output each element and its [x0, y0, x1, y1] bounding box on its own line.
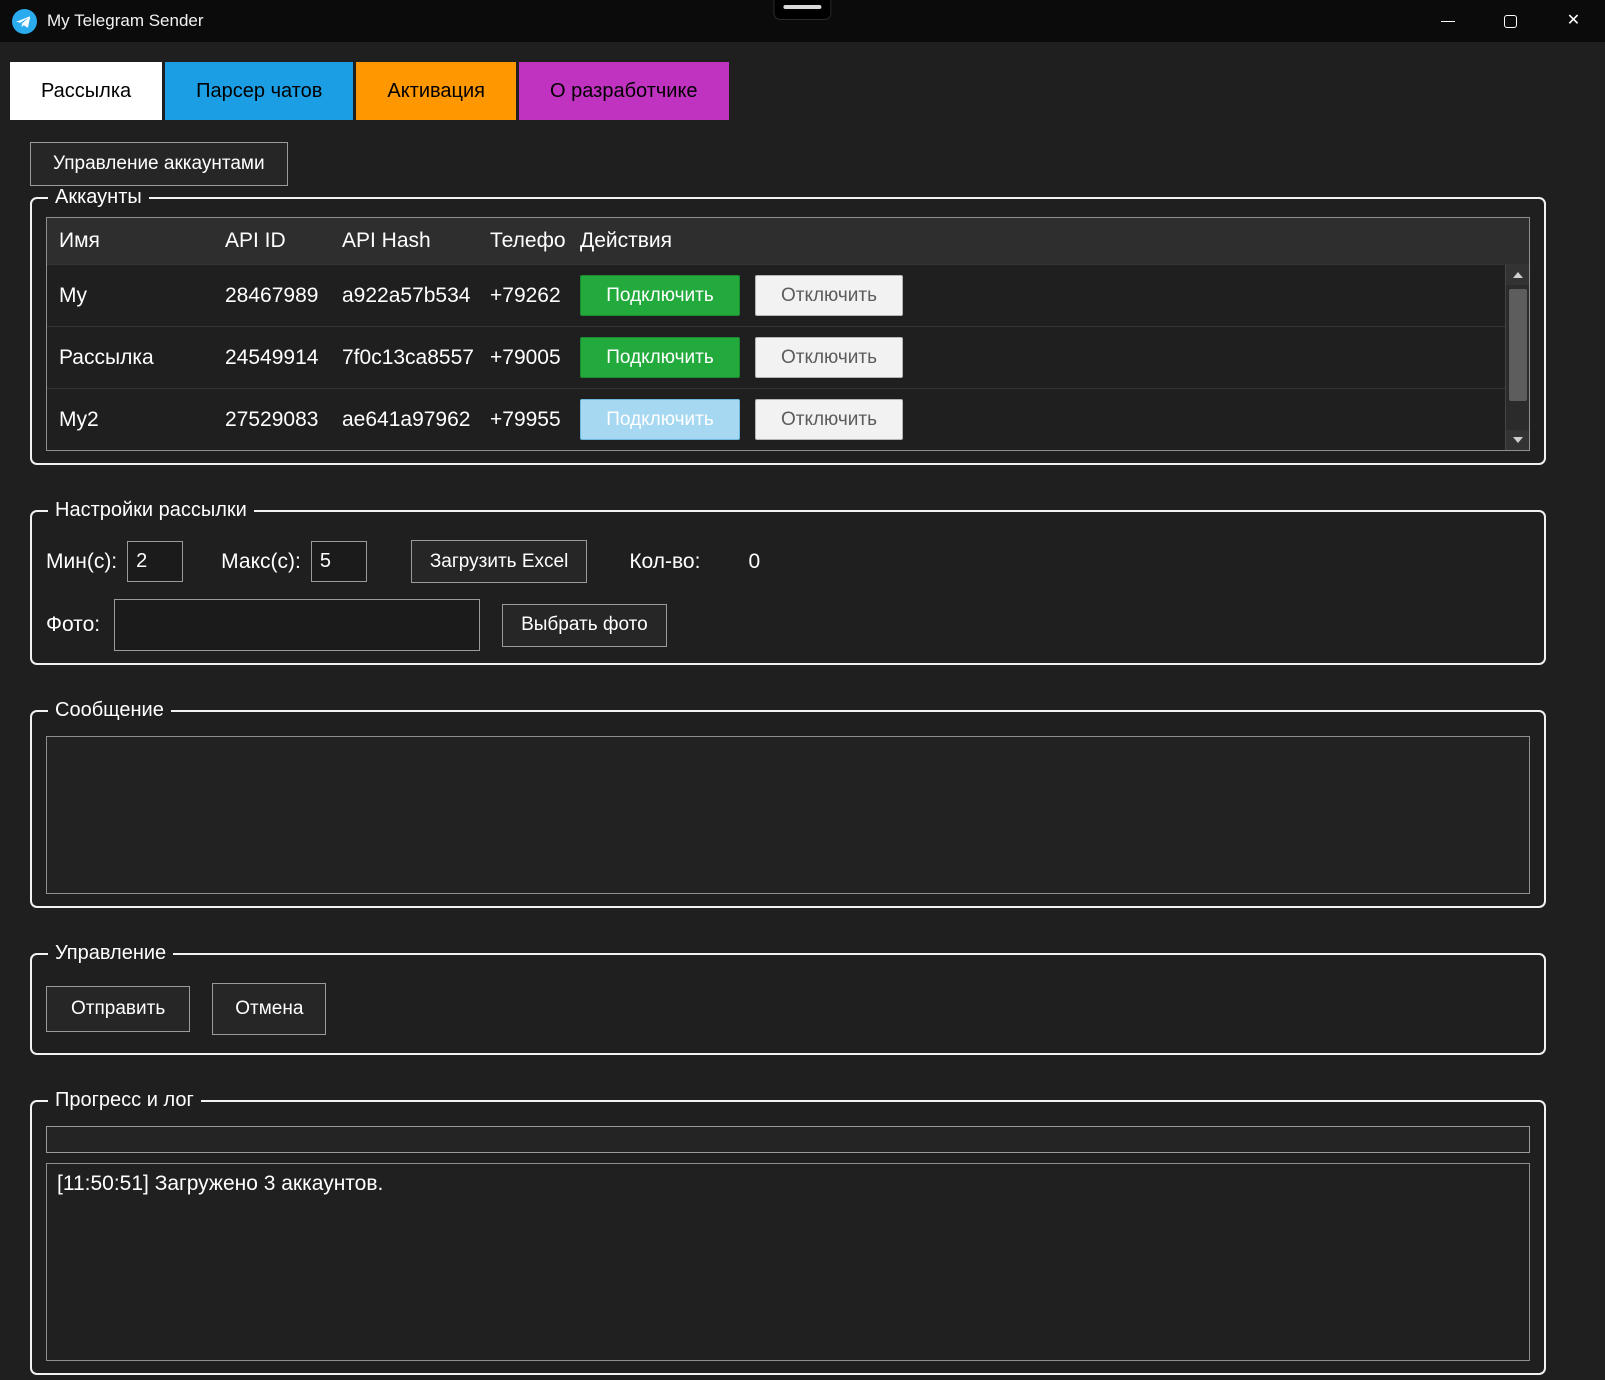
- count-label: Кол-во:: [629, 549, 701, 573]
- tab-chat-parser[interactable]: Парсер чатов: [165, 62, 354, 120]
- disconnect-button[interactable]: Отключить: [755, 399, 903, 440]
- account-name: Рассылка: [59, 345, 154, 369]
- control-group-title: Управление: [55, 942, 167, 964]
- account-name: My: [59, 283, 87, 307]
- cancel-button[interactable]: Отмена: [212, 983, 327, 1035]
- snap-layout-notch: [772, 0, 831, 20]
- account-phone: +79005: [490, 345, 561, 369]
- minimize-icon: [1440, 20, 1455, 22]
- settings-row-timings: Мин(с): Макс(с): Загрузить Excel Кол-во:…: [46, 540, 1530, 583]
- photo-path-input[interactable]: [114, 599, 481, 651]
- notch-handle: [782, 5, 821, 9]
- send-button[interactable]: Отправить: [46, 986, 191, 1032]
- tab-about-developer[interactable]: О разработчике: [519, 62, 729, 120]
- account-api-hash: 7f0c13ca8557: [342, 345, 474, 369]
- progress-log-group: Прогресс и лог [11:50:51] Загружено 3 ак…: [30, 1089, 1546, 1375]
- scroll-up-button[interactable]: [1505, 265, 1529, 285]
- photo-label: Фото:: [46, 613, 101, 636]
- column-header-name: Имя: [59, 229, 100, 252]
- accounts-scrollbar[interactable]: [1505, 265, 1529, 450]
- connect-button[interactable]: Подключить: [580, 275, 740, 316]
- disconnect-button[interactable]: Отключить: [755, 275, 903, 316]
- account-actions: Подключить Отключить: [580, 275, 1529, 316]
- load-excel-button[interactable]: Загрузить Excel: [410, 540, 588, 583]
- account-actions: Подключить Отключить: [580, 399, 1529, 440]
- account-api-hash: a922a57b534: [342, 283, 471, 307]
- settings-group-title: Настройки рассылки: [55, 499, 247, 521]
- app-window: My Telegram Sender ✕ Рассылка Парсер чат…: [0, 0, 1605, 1380]
- minimize-button[interactable]: [1416, 0, 1479, 42]
- window-controls: ✕: [1416, 0, 1605, 42]
- window-title: My Telegram Sender: [47, 11, 204, 30]
- account-row: Рассылка 24549914 7f0c13ca8557 +79005 По…: [47, 326, 1529, 388]
- accounts-table-header: Имя API ID API Hash Телефо Действия: [47, 218, 1529, 264]
- min-seconds-input[interactable]: [127, 541, 184, 582]
- log-line: [11:50:51] Загружено 3 аккаунтов.: [57, 1172, 384, 1195]
- telegram-app-icon: [12, 8, 37, 34]
- tab-activation[interactable]: Активация: [356, 62, 517, 120]
- accounts-group-title: Аккаунты: [55, 186, 142, 208]
- disconnect-button[interactable]: Отключить: [755, 337, 903, 378]
- column-header-actions: Действия: [580, 229, 673, 252]
- scrollbar-thumb[interactable]: [1508, 289, 1527, 401]
- account-api-id: 24549914: [225, 345, 319, 369]
- connect-button[interactable]: Подключить: [580, 399, 740, 440]
- title-bar: My Telegram Sender ✕: [0, 0, 1605, 42]
- account-row: My2 27529083 ae641a97962 +79955 Подключи…: [47, 388, 1529, 450]
- close-button[interactable]: ✕: [1542, 0, 1605, 42]
- column-header-api-id: API ID: [225, 229, 286, 252]
- max-seconds-input[interactable]: [310, 541, 367, 582]
- maximize-button[interactable]: [1479, 0, 1542, 42]
- scroll-down-icon: [1512, 437, 1523, 443]
- maximize-icon: [1504, 14, 1517, 28]
- mailing-tab-panel: Управление аккаунтами Аккаунты Имя API I…: [0, 120, 1605, 1375]
- count-value: 0: [748, 549, 761, 573]
- max-seconds-label: Макс(с):: [221, 549, 301, 573]
- account-name: My2: [59, 407, 99, 431]
- control-group: Управление Отправить Отмена: [30, 942, 1546, 1055]
- choose-photo-button[interactable]: Выбрать фото: [502, 603, 667, 647]
- progress-group-title: Прогресс и лог: [55, 1089, 194, 1111]
- account-api-id: 27529083: [225, 407, 319, 431]
- manage-accounts-button[interactable]: Управление аккаунтами: [30, 142, 288, 186]
- settings-row-photo: Фото: Выбрать фото: [46, 599, 1530, 651]
- account-phone: +79262: [490, 283, 561, 307]
- account-row: My 28467989 a922a57b534 +79262 Подключит…: [47, 264, 1529, 326]
- column-header-api-hash: API Hash: [342, 229, 431, 252]
- min-seconds-label: Мин(с):: [46, 549, 118, 573]
- tab-mailing[interactable]: Рассылка: [10, 62, 163, 120]
- message-input[interactable]: [46, 736, 1530, 894]
- mailing-settings-group: Настройки рассылки Мин(с): Макс(с): Загр…: [30, 499, 1546, 665]
- control-buttons-row: Отправить Отмена: [46, 983, 1530, 1041]
- accounts-table: Имя API ID API Hash Телефо Действия My 2…: [46, 217, 1530, 451]
- message-group-title: Сообщение: [55, 699, 164, 721]
- account-actions: Подключить Отключить: [580, 337, 1529, 378]
- tab-bar: Рассылка Парсер чатов Активация О разраб…: [0, 42, 1605, 120]
- scroll-down-button[interactable]: [1505, 430, 1529, 450]
- accounts-group: Аккаунты Имя API ID API Hash Телефо Дейс…: [30, 186, 1546, 465]
- account-phone: +79955: [490, 407, 561, 431]
- log-output: [11:50:51] Загружено 3 аккаунтов.: [46, 1163, 1530, 1361]
- progress-bar: [46, 1126, 1530, 1153]
- connect-button[interactable]: Подключить: [580, 337, 740, 378]
- close-icon: ✕: [1566, 12, 1581, 29]
- scroll-up-icon: [1512, 272, 1523, 278]
- column-header-phone: Телефо: [490, 229, 566, 252]
- account-api-id: 28467989: [225, 283, 319, 307]
- message-group: Сообщение: [30, 699, 1546, 908]
- account-api-hash: ae641a97962: [342, 407, 471, 431]
